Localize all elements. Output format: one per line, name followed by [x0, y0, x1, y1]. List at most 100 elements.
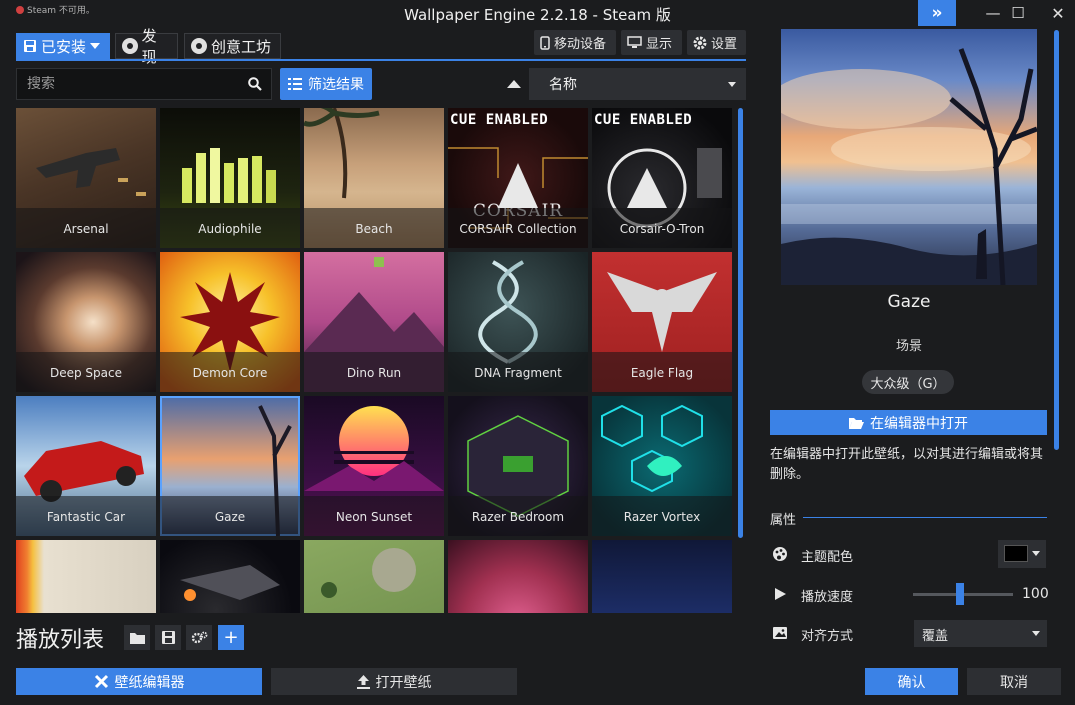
palette-icon: [773, 547, 787, 561]
steam-icon: [191, 38, 207, 54]
display-label: 显示: [646, 37, 673, 52]
properties-divider: [803, 517, 1047, 518]
alignment-select-value: 覆盖: [922, 629, 949, 644]
wallpaper-title: DNA Fragment: [448, 352, 588, 392]
open-wallpaper-label: 打开壁纸: [375, 674, 432, 691]
mobile-device-button[interactable]: 移动设备: [534, 30, 616, 55]
alignment-select[interactable]: 覆盖: [914, 620, 1047, 647]
wallpaper-tile[interactable]: Audiophile: [160, 108, 300, 248]
wallpaper-detail-title: Gaze: [887, 292, 931, 312]
wallpaper-title: Gaze: [160, 496, 300, 536]
chevron-down-icon: [1032, 551, 1040, 556]
open-in-editor-button[interactable]: 在编辑器中打开: [770, 410, 1047, 435]
cue-enabled-badge: CUE ENABLED: [450, 112, 549, 128]
tab-discover[interactable]: 发现: [115, 27, 178, 66]
wallpaper-tile[interactable]: [304, 540, 444, 613]
wallpaper-tile[interactable]: DNA Fragment: [448, 252, 588, 392]
gears-icon: [191, 631, 207, 644]
wallpaper-tile[interactable]: Fantastic Car: [16, 396, 156, 536]
confirm-button[interactable]: 确认: [865, 668, 958, 695]
wallpaper-title: Demon Core: [160, 352, 300, 392]
tab-workshop-label: 创意工坊: [211, 37, 272, 56]
alignment-label: 对齐方式: [801, 629, 854, 644]
tab-underline: [16, 59, 746, 61]
property-alignment: 对齐方式 覆盖: [770, 619, 1048, 647]
wallpaper-title: Razer Vortex: [592, 496, 732, 536]
wallpaper-tile[interactable]: Demon Core: [160, 252, 300, 392]
property-theme-color: 主题配色: [770, 540, 1048, 568]
monitor-icon: [627, 36, 642, 48]
chevron-down-icon: [728, 82, 736, 87]
wallpaper-tile[interactable]: CUE ENABLED Corsair-O-Tron: [592, 108, 732, 248]
wallpaper-tile[interactable]: Beach: [304, 108, 444, 248]
compass-icon: [122, 38, 138, 54]
add-playlist-button[interactable]: +: [218, 625, 244, 650]
window-title: Wallpaper Engine 2.2.18 - Steam 版: [404, 6, 671, 24]
playback-speed-label: 播放速度: [801, 590, 854, 605]
theme-color-picker[interactable]: [998, 540, 1046, 568]
wallpaper-editor-button[interactable]: 壁纸编辑器: [16, 668, 262, 695]
wallpaper-tile-selected[interactable]: Gaze: [160, 396, 300, 536]
rating-badge: 大众级（G）: [862, 370, 954, 394]
wallpaper-title: Beach: [304, 208, 444, 248]
tab-workshop[interactable]: 创意工坊: [184, 33, 281, 59]
wallpaper-tile[interactable]: [592, 540, 732, 613]
upload-icon: [356, 674, 370, 689]
wallpaper-title: Corsair-O-Tron: [592, 208, 732, 248]
wallpaper-tile[interactable]: CUE ENABLED CORSAIR CORSAIR Collection: [448, 108, 588, 248]
maximize-icon: ☐: [1011, 4, 1025, 22]
grid-scrollbar[interactable]: [738, 108, 743, 538]
playback-speed-slider-thumb[interactable]: [956, 583, 964, 605]
wallpaper-grid: Arsenal Audiophile Beach CUE ENABLED COR…: [16, 108, 732, 613]
filter-list-icon: [288, 78, 302, 90]
close-button[interactable]: ✕: [1039, 0, 1075, 26]
search-input[interactable]: [27, 76, 227, 92]
search-box: [16, 68, 272, 100]
settings-button[interactable]: 设置: [687, 30, 746, 55]
wallpaper-tile[interactable]: Neon Sunset: [304, 396, 444, 536]
maximize-button[interactable]: ☐: [999, 0, 1037, 26]
double-chevron-right-icon: »: [931, 3, 943, 23]
mobile-device-label: 移动设备: [554, 37, 607, 52]
save-playlist-button[interactable]: [155, 625, 181, 650]
load-playlist-button[interactable]: [124, 625, 150, 650]
folder-icon: [129, 632, 145, 644]
filter-results-button[interactable]: 筛选结果: [280, 68, 372, 100]
wallpaper-tile[interactable]: Arsenal: [16, 108, 156, 248]
settings-label: 设置: [711, 37, 738, 52]
wallpaper-editor-label: 壁纸编辑器: [114, 674, 185, 691]
display-button[interactable]: 显示: [621, 30, 682, 55]
wallpaper-tile[interactable]: [16, 540, 156, 613]
tab-installed[interactable]: 已安装: [16, 33, 110, 59]
cancel-button[interactable]: 取消: [967, 668, 1061, 695]
steam-warning: Steam 不可用。: [16, 3, 95, 16]
plus-icon: +: [223, 627, 239, 648]
wallpaper-title: Neon Sunset: [304, 496, 444, 536]
wallpaper-title: Razer Bedroom: [448, 496, 588, 536]
editor-description: 在编辑器中打开此壁纸，以对其进行编辑或将其删除。: [770, 447, 1044, 482]
sort-select-value: 名称: [549, 77, 577, 93]
playback-speed-value: 100: [1022, 586, 1049, 602]
wallpaper-tile[interactable]: Eagle Flag: [592, 252, 732, 392]
wallpaper-tile[interactable]: Razer Bedroom: [448, 396, 588, 536]
wallpaper-title: Deep Space: [16, 352, 156, 392]
wallpaper-tile[interactable]: Dino Run: [304, 252, 444, 392]
theme-color-label: 主题配色: [801, 550, 854, 565]
wallpaper-tile[interactable]: Razer Vortex: [592, 396, 732, 536]
wallpaper-title: Eagle Flag: [592, 352, 732, 392]
open-wallpaper-button[interactable]: 打开壁纸: [271, 668, 517, 695]
steam-warning-text: Steam 不可用。: [27, 6, 95, 16]
properties-header: 属性: [770, 513, 797, 528]
wallpaper-tile[interactable]: Deep Space: [16, 252, 156, 392]
wallpaper-title: Arsenal: [16, 208, 156, 248]
wallpaper-tile[interactable]: [448, 540, 588, 613]
details-scrollbar[interactable]: [1054, 30, 1059, 450]
save-icon: [24, 40, 36, 52]
wallpaper-tile[interactable]: [160, 540, 300, 613]
expand-panel-button[interactable]: »: [918, 0, 956, 26]
sort-ascending-icon[interactable]: [507, 80, 521, 88]
playlist-settings-button[interactable]: [186, 625, 212, 650]
search-icon[interactable]: [248, 77, 262, 91]
play-icon: [775, 588, 786, 600]
sort-select[interactable]: 名称: [529, 68, 746, 100]
